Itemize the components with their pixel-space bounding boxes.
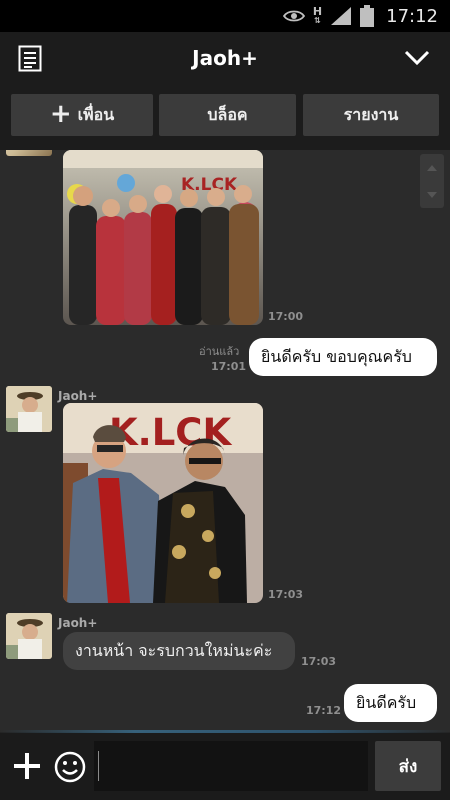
message-list[interactable]: K.LCK 17:00 อ่านแล้ว 17:01 ยินดีครับ ขอบ… [0,150,450,732]
message-input[interactable] [94,741,368,791]
text-cursor [98,751,99,781]
report-label: รายงาน [343,104,399,124]
sender-name: Jaoh+ [58,616,98,630]
battery-icon [360,5,375,27]
chat-actions: + เพื่อน บล็อค รายงาน [0,84,450,151]
avatar[interactable] [6,386,52,432]
message-time: 17:12 [306,704,342,717]
network-h-icon: H ⇅ [313,6,322,26]
report-button[interactable]: รายงาน [303,94,439,136]
scroll-down-icon [427,191,437,198]
notes-icon[interactable] [16,44,44,72]
chat-title: Jaoh+ [192,46,258,70]
image-message[interactable]: K.LCK [63,150,263,325]
message-text: งานหน้า จะรบกวนใหม่นะค่ะ [75,640,273,660]
avatar[interactable] [6,613,52,659]
avatar[interactable] [6,150,52,156]
message-bubble-incoming[interactable]: งานหน้า จะรบกวนใหม่นะค่ะ [63,632,295,670]
plus-icon: + [49,99,72,129]
data-arrows-icon: ⇅ [314,16,321,25]
block-label: บล็อค [207,104,248,124]
message-bubble-outgoing[interactable]: ยินดีครับ ขอบคุณครับ [249,338,437,376]
send-button[interactable]: ส่ง [375,741,441,791]
sender-name: Jaoh+ [58,389,98,403]
add-friend-button[interactable]: + เพื่อน [11,94,153,136]
chevron-down-icon[interactable] [402,44,432,72]
message-time: 17:00 [268,310,304,323]
status-bar: H ⇅ 17:12 [0,0,450,32]
message-composer: ส่ง [0,733,450,800]
eye-icon [282,6,305,26]
signal-icon [330,6,352,26]
message-bubble-outgoing[interactable]: ยินดีครับ [344,684,437,722]
block-button[interactable]: บล็อค [159,94,296,136]
image-message[interactable]: K.LCK [63,403,263,603]
message-time: 17:03 [268,588,304,601]
status-time: 17:12 [386,5,438,27]
message-text: ยินดีครับ ขอบคุณครับ [261,346,412,366]
scroll-up-icon [427,164,437,171]
read-receipt: อ่านแล้ว [199,345,240,358]
send-label: ส่ง [398,756,418,777]
scroll-indicator[interactable] [420,154,444,208]
chat-screen: H ⇅ 17:12 Jaoh+ + เพื่อน บล็อค รายงาน K.… [0,0,450,800]
message-text: ยินดีครับ [356,692,417,712]
plus-icon[interactable] [12,751,42,781]
message-time: 17:03 [301,655,337,668]
add-friend-label: เพื่อน [77,104,115,124]
emoji-icon[interactable] [54,751,86,783]
chat-header: Jaoh+ [0,32,450,84]
message-time: 17:01 [211,360,247,373]
